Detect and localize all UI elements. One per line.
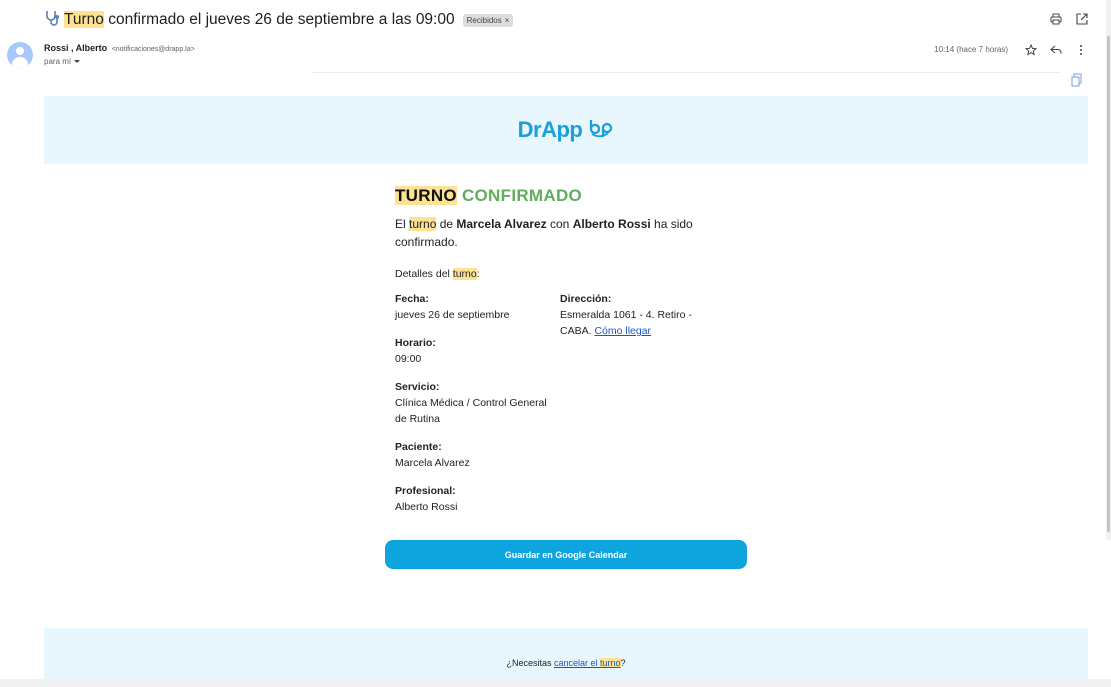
print-icon[interactable] [1049, 12, 1063, 26]
open-new-window-icon[interactable] [1075, 12, 1089, 26]
avatar [7, 42, 33, 68]
save-google-calendar-button[interactable]: Guardar en Google Calendar [385, 540, 747, 569]
drapp-logo: DrApp [518, 117, 615, 144]
scrollbar[interactable] [1106, 0, 1111, 540]
label-badge-inbox[interactable]: Recibidos × [462, 13, 514, 27]
bottom-bar [0, 679, 1111, 687]
divider [312, 72, 1061, 73]
scrollbar-thumb[interactable] [1107, 36, 1110, 532]
chevron-down-icon [74, 57, 81, 66]
close-icon[interactable]: × [505, 16, 510, 25]
thread-actions [1049, 12, 1089, 26]
intro-text: El turno de Marcela Alvarez con Alberto … [395, 217, 693, 249]
footer-text: ¿Necesitas cancelar el turno? [506, 658, 626, 668]
email-timestamp: 10:14 (hace 7 horas) [934, 45, 1008, 54]
star-icon[interactable] [1024, 43, 1038, 57]
field-direccion: Dirección: Esmeralda 1061 - 4. Retiro - … [560, 293, 692, 337]
appointment-details: Fecha: jueves 26 de septiembre Horario: … [395, 291, 725, 527]
email-subject: Turno confirmado el jueves 26 de septiem… [64, 11, 455, 28]
recipient-toggle[interactable]: para mí [44, 57, 81, 66]
field-paciente: Paciente: Marcela Alvarez [395, 441, 470, 469]
email-footer-band: ¿Necesitas cancelar el turno? [44, 628, 1088, 679]
email-header-band: DrApp [44, 96, 1088, 164]
details-right-column: Dirección: Esmeralda 1061 - 4. Retiro - … [560, 291, 725, 527]
sender-email: <notificaciones@drapp.la> [111, 46, 195, 53]
subject-row: Turno confirmado el jueves 26 de septiem… [44, 8, 514, 32]
sender-info: Rossi , Alberto <notificaciones@drapp.la… [44, 43, 195, 53]
page-title: TURNO CONFIRMADO [395, 186, 583, 205]
field-horario: Horario: 09:00 [395, 337, 436, 365]
more-options-icon[interactable] [1074, 43, 1088, 57]
details-left-column: Fecha: jueves 26 de septiembre Horario: … [395, 291, 560, 527]
sender-name: Rossi , Alberto [44, 43, 108, 53]
email-content: TURNO CONFIRMADO El turno de Marcela Alva… [395, 186, 725, 527]
field-servicio: Servicio: Clínica Médica / Control Gener… [395, 381, 547, 425]
details-heading: Detalles del turno: [395, 268, 480, 280]
field-profesional: Profesional: Alberto Rossi [395, 485, 458, 513]
reply-icon[interactable] [1049, 43, 1063, 57]
copy-icon[interactable] [1071, 73, 1083, 92]
message-actions [1024, 43, 1088, 57]
drapp-mark-icon [588, 117, 614, 144]
stethoscope-icon [44, 10, 62, 30]
cancel-appointment-link[interactable]: cancelar el turno [554, 658, 621, 668]
field-fecha: Fecha: jueves 26 de septiembre [395, 293, 510, 321]
como-llegar-link[interactable]: Cómo llegar [594, 325, 651, 337]
